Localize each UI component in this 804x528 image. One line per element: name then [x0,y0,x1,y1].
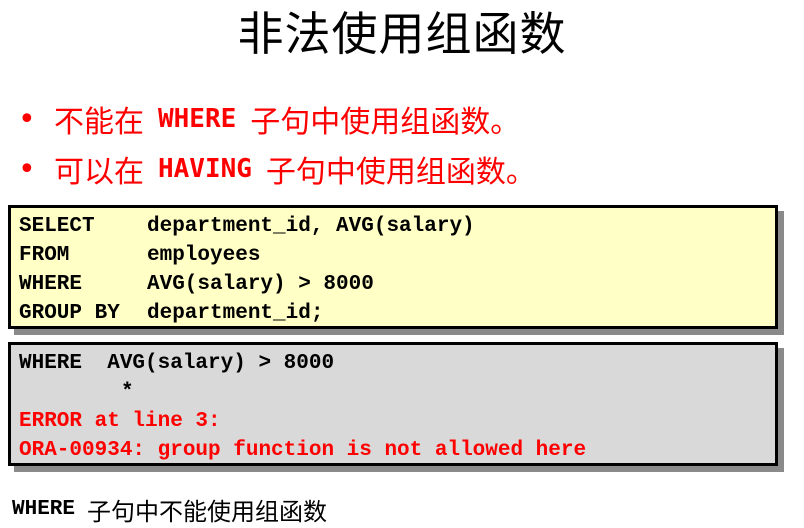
error-position-marker: * [121,381,134,404]
bullet-suffix: 子句中使用组函数。 [250,105,521,140]
error-message: ORA-00934: group function is not allowed… [19,439,587,462]
bullet-icon: • [18,151,36,187]
bullet-item-where: • 不能在 WHERE 子句中使用组函数。 [18,94,536,144]
code-line-where: WHERE AVG(salary) > 8000 [19,270,775,299]
error-where-line: WHERE AVG(salary) > 8000 [19,352,335,375]
bullet-list: • 不能在 WHERE 子句中使用组函数。 • 可以在 HAVING 子句中使用… [18,94,536,194]
bullet-item-having: • 可以在 HAVING 子句中使用组函数。 [18,144,536,194]
sql-keyword: SELECT [19,215,95,238]
bullet-prefix: 可以在 [54,155,144,190]
sql-query-box: SELECT department_id, AVG(salary) FROM e… [8,205,778,329]
error-line-number: ERROR at line 3: [19,410,221,433]
sql-keyword: WHERE [19,273,83,296]
footer-keyword: WHERE [12,498,76,521]
bullet-icon: • [18,101,36,137]
code-line-group-by: GROUP BY department_id; [19,299,775,328]
footer-text: 子句中不能使用组函数 [87,498,328,526]
page-title: 非法使用组函数 [237,7,567,61]
sql-keyword: GROUP BY [19,302,120,325]
bullet-keyword: HAVING [158,154,252,184]
sql-clause: employees [147,244,261,267]
sql-keyword: FROM [19,244,70,267]
sql-clause: department_id; [147,302,324,325]
bullet-prefix: 不能在 [54,105,144,140]
error-output-box: WHERE AVG(salary) > 8000 * ERROR at line… [8,342,778,466]
sql-clause: AVG(salary) > 8000 [147,273,374,296]
sql-clause: department_id, AVG(salary) [147,215,475,238]
code-line-select: SELECT department_id, AVG(salary) [19,212,775,241]
footer-note: WHERE 子句中不能使用组函数 [12,492,327,527]
code-line-from: FROM employees [19,241,775,270]
bullet-suffix: 子句中使用组函数。 [265,155,536,190]
bullet-keyword: WHERE [158,104,237,134]
